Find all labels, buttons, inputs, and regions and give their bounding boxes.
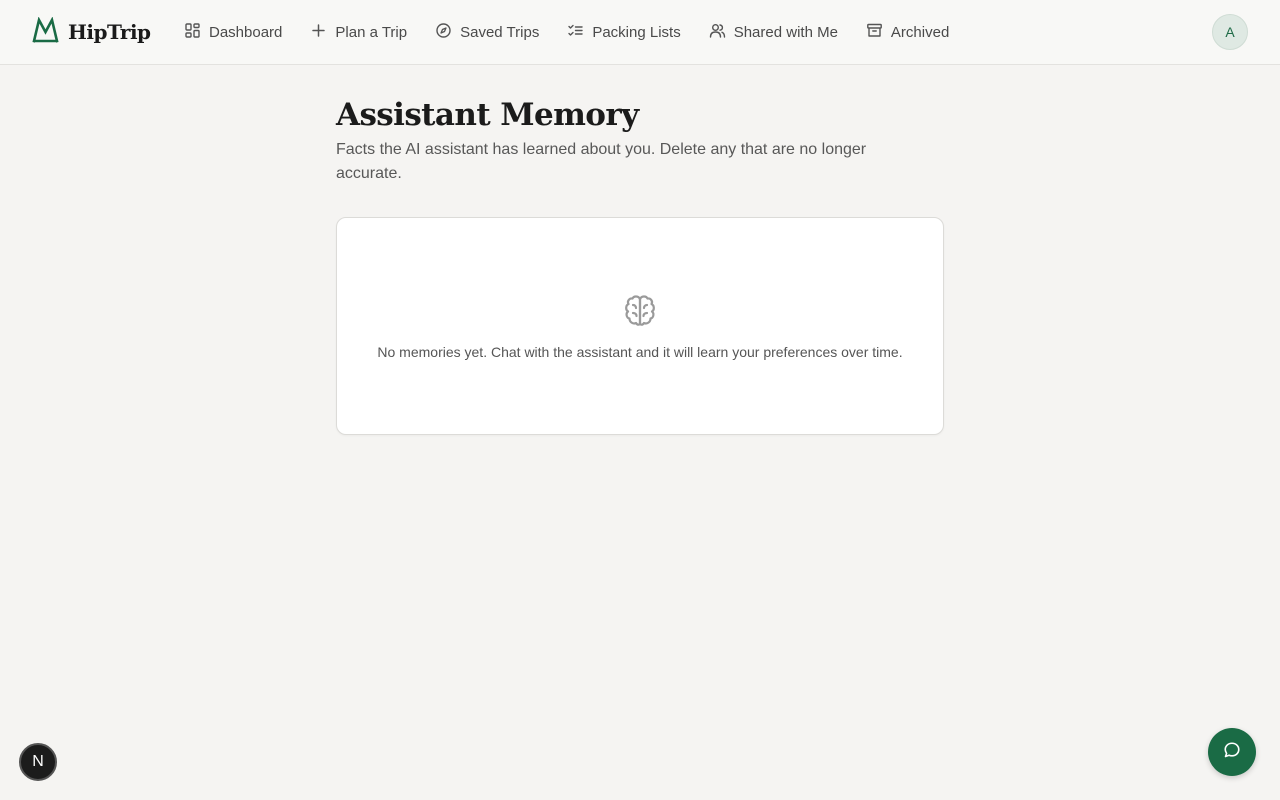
- chat-bubble-icon: [1223, 741, 1241, 764]
- grid-icon: [184, 22, 201, 43]
- empty-state-message: No memories yet. Chat with the assistant…: [377, 344, 903, 360]
- nav-item-shared-with-me[interactable]: Shared with Me: [709, 22, 838, 43]
- nav-item-dashboard[interactable]: Dashboard: [184, 22, 282, 43]
- nav-item-label: Dashboard: [209, 23, 283, 41]
- main-content: Assistant Memory Facts the AI assistant …: [336, 96, 944, 435]
- brand-logo[interactable]: HipTrip: [32, 15, 151, 48]
- main-nav: Dashboard Plan a Trip Saved Trips Packin…: [184, 20, 977, 44]
- mountain-icon: [32, 15, 59, 48]
- nav-item-label: Packing Lists: [592, 23, 681, 41]
- nav-item-label: Saved Trips: [460, 23, 540, 41]
- checklist-icon: [567, 22, 584, 43]
- nav-item-plan-a-trip[interactable]: Plan a Trip: [310, 22, 407, 43]
- user-avatar[interactable]: A: [1212, 14, 1248, 50]
- memory-empty-state-card: No memories yet. Chat with the assistant…: [336, 217, 944, 435]
- compass-icon: [435, 22, 452, 43]
- page-title: Assistant Memory: [336, 97, 639, 133]
- dev-tools-badge[interactable]: N: [19, 743, 57, 781]
- assistant-chat-button[interactable]: [1208, 728, 1256, 776]
- brand-name: HipTrip: [68, 20, 151, 44]
- nav-item-archived[interactable]: Archived: [866, 22, 949, 43]
- nav-item-label: Plan a Trip: [335, 23, 408, 41]
- nav-item-label: Archived: [890, 23, 950, 41]
- users-icon: [709, 22, 726, 43]
- nav-item-label: Shared with Me: [733, 23, 838, 41]
- brain-icon: [621, 292, 659, 330]
- plus-icon: [310, 22, 327, 43]
- top-navigation-bar: HipTrip Dashboard Plan a Trip Saved Trip…: [0, 0, 1280, 65]
- nav-item-packing-lists[interactable]: Packing Lists: [567, 22, 681, 43]
- nav-item-saved-trips[interactable]: Saved Trips: [435, 22, 539, 43]
- archive-icon: [866, 22, 883, 43]
- page-subtitle: Facts the AI assistant has learned about…: [336, 141, 867, 182]
